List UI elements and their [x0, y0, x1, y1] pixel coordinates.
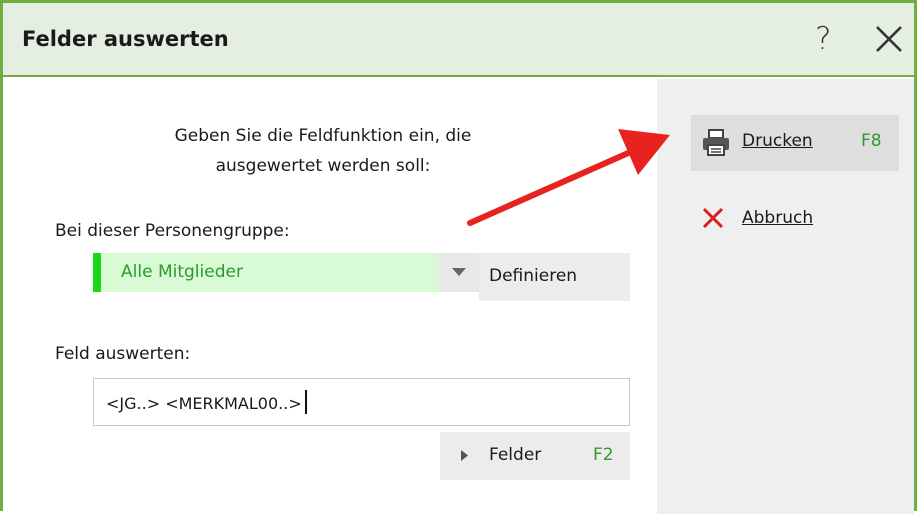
close-icon — [876, 26, 902, 52]
field-function-value: <JG..> <MERKMAL00..> — [106, 390, 307, 414]
define-button-label: Definieren — [489, 266, 578, 286]
abort-button-label: Abbruch — [742, 208, 814, 228]
help-button[interactable]: ? — [811, 17, 851, 61]
fields-button-shortcut: F2 — [593, 445, 614, 465]
close-button[interactable] — [869, 17, 909, 61]
field-label: Feld auswerten: — [55, 344, 191, 364]
caret-right-icon — [461, 450, 468, 461]
cancel-x-icon — [702, 207, 724, 229]
dialog-title: Felder auswerten — [22, 27, 229, 51]
field-function-input[interactable]: <JG..> <MERKMAL00..> — [93, 378, 630, 426]
print-button-label: Drucken — [742, 131, 813, 151]
print-button[interactable]: Drucken F8 — [691, 115, 899, 171]
fields-button-label: Felder — [489, 445, 542, 465]
printer-icon — [703, 129, 729, 156]
fields-button[interactable]: Felder F2 — [440, 432, 630, 480]
abort-button[interactable]: Abbruch — [691, 193, 899, 243]
person-group-value: Alle Mitglieder — [121, 262, 243, 282]
person-group-select[interactable]: Alle Mitglieder — [93, 253, 479, 292]
define-button[interactable]: Definieren — [479, 253, 630, 301]
title-bar: Felder auswerten ? — [3, 3, 914, 77]
help-icon: ? — [815, 21, 832, 57]
red-annotation-arrow — [467, 129, 670, 226]
print-button-shortcut: F8 — [861, 131, 882, 151]
chevron-down-icon — [452, 268, 466, 276]
person-group-dropdown-button[interactable] — [439, 253, 479, 292]
group-label: Bei dieser Personengruppe: — [55, 221, 290, 241]
text-caret — [304, 390, 307, 414]
selection-accent-bar — [93, 253, 101, 292]
felder-auswerten-dialog: Felder auswerten ? Geben Sie die Feldfun… — [0, 0, 917, 514]
